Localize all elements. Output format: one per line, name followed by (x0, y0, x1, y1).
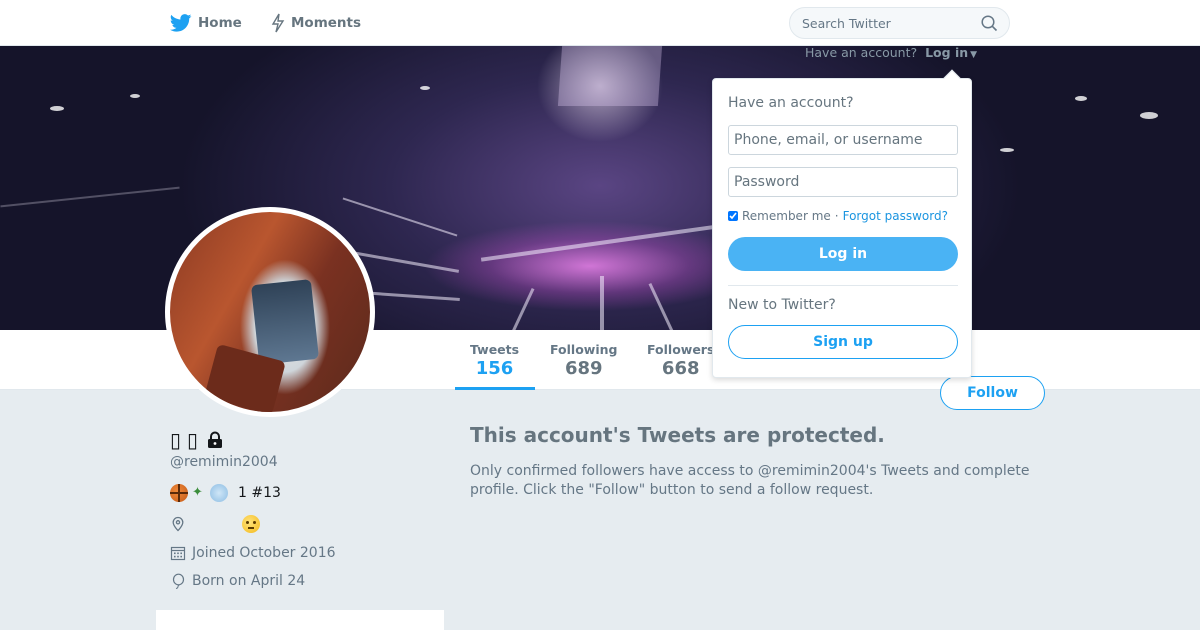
profile-handle[interactable]: @remimin2004 (170, 454, 278, 470)
calendar-icon (170, 546, 186, 561)
have-account-prompt: Have an account? Log in ▼ (805, 45, 977, 60)
face-with-rolling-eyes-emoji-icon (242, 515, 260, 533)
login-button[interactable]: Log in (728, 237, 958, 271)
stat-tweets[interactable]: Tweets 156 (470, 342, 519, 379)
lock-icon (208, 431, 223, 448)
signup-button[interactable]: Sign up (728, 325, 958, 359)
login-toggle-link[interactable]: Log in (925, 45, 968, 60)
balloon-icon (172, 573, 185, 589)
active-tab-indicator (455, 387, 535, 390)
basketball-emoji-icon (170, 484, 188, 502)
stat-value: 156 (475, 358, 514, 379)
remember-me-label[interactable]: Remember me (742, 209, 831, 223)
profile-bio: ✦ 1 #13 (170, 484, 281, 502)
born-text: Born on April 24 (192, 573, 306, 589)
profile-birthday: Born on April 24 (170, 573, 305, 589)
search-input[interactable] (802, 8, 972, 38)
separator-dot: · (834, 209, 839, 223)
protected-title: This account's Tweets are protected. (470, 423, 885, 447)
nav-moments-link[interactable]: Moments (271, 0, 361, 46)
profile-display-name: ▯ ▯ (170, 428, 224, 452)
protected-description: Only confirmed followers have access to … (470, 463, 1030, 498)
search-box (789, 7, 1010, 39)
location-pin-icon (172, 516, 184, 532)
login-heading: Have an account? (728, 95, 854, 111)
display-name-glyph: ▯ (170, 428, 182, 452)
stat-following[interactable]: Following 689 (550, 342, 617, 379)
display-name-glyph: ▯ (187, 428, 199, 452)
runner-emoji-icon: ✦ (192, 485, 203, 500)
caret-down-icon[interactable]: ▼ (970, 50, 977, 60)
divider (728, 285, 958, 286)
stat-followers[interactable]: Followers 668 (647, 342, 714, 379)
stat-label: Tweets (470, 342, 520, 357)
wind-emoji-icon (210, 484, 228, 502)
bio-text: 1 #13 (238, 485, 281, 501)
twitter-bird-icon (170, 14, 192, 32)
follow-button[interactable]: Follow (940, 376, 1045, 410)
new-to-twitter-heading: New to Twitter? (728, 297, 836, 313)
stat-label: Following (550, 342, 618, 357)
profile-location (170, 515, 260, 533)
login-dropdown: Have an account? Remember me · Forgot pa… (712, 69, 972, 378)
username-field[interactable] (728, 125, 958, 155)
remember-me-checkbox[interactable] (728, 211, 738, 221)
stat-value: 668 (661, 358, 700, 379)
nav-home-label: Home (198, 15, 242, 31)
forgot-password-link[interactable]: Forgot password? (843, 209, 948, 223)
have-account-text: Have an account? (805, 45, 918, 60)
joined-text: Joined October 2016 (192, 545, 336, 561)
profile-side-card (156, 610, 444, 630)
remember-row: Remember me · Forgot password? (728, 209, 948, 223)
stat-label: Followers (647, 342, 715, 357)
profile-avatar[interactable] (165, 207, 375, 417)
stat-value: 689 (564, 358, 603, 379)
top-navigation: Home Moments (0, 0, 1200, 46)
password-field[interactable] (728, 167, 958, 197)
search-icon[interactable] (981, 15, 998, 32)
nav-moments-label: Moments (291, 15, 362, 31)
nav-home-link[interactable]: Home (170, 0, 242, 46)
lightning-bolt-icon (271, 13, 285, 33)
profile-joined-date: Joined October 2016 (170, 545, 336, 561)
